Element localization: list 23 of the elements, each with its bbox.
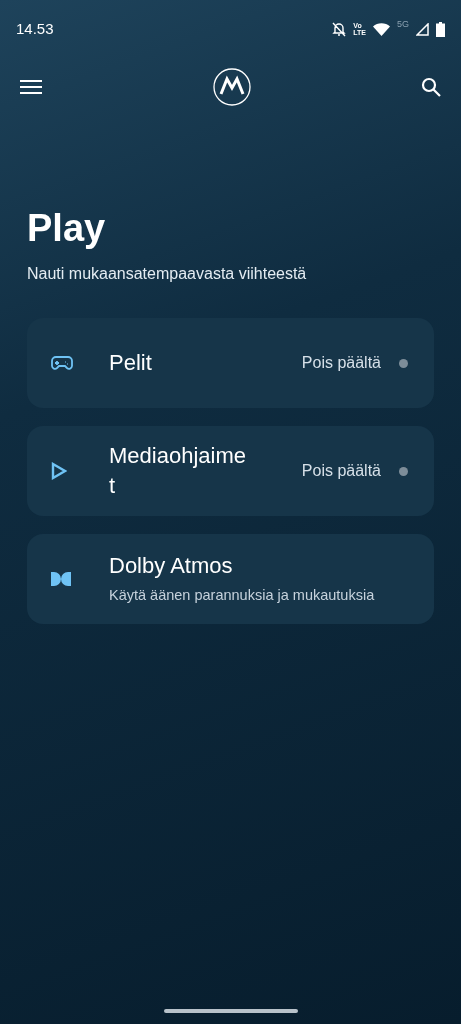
card-title: Pelit	[109, 349, 153, 377]
card-status: Pois päältä	[301, 461, 381, 481]
network-label: 5G	[397, 18, 409, 32]
wifi-icon	[373, 22, 390, 36]
gamepad-icon	[51, 355, 73, 371]
status-time: 14.53	[16, 18, 54, 39]
bell-off-icon	[332, 21, 347, 37]
signal-icon	[416, 22, 429, 36]
card-title: Dolby Atmos	[109, 552, 234, 581]
dolby-icon	[51, 572, 71, 586]
search-icon[interactable]	[421, 77, 441, 97]
settings-card[interactable]: Mediaohjaimet Pois päältä	[27, 426, 434, 516]
settings-card[interactable]: Pelit Pois päältä	[27, 318, 434, 408]
page-subtitle: Nauti mukaansatempaavasta viihteestä	[27, 264, 308, 284]
card-title: Mediaohjaimet	[109, 442, 247, 500]
menu-icon[interactable]	[20, 79, 42, 95]
settings-card[interactable]: Dolby Atmos Käytä äänen parannuksia ja mukautuksia	[27, 534, 434, 624]
play-icon	[51, 462, 67, 480]
battery-icon	[436, 21, 445, 37]
card-status: Pois päältä	[301, 353, 381, 373]
card-description: Käytä äänen parannuksia ja mukautuksia	[109, 586, 375, 606]
page-title: Play	[27, 206, 107, 251]
logo-icon	[212, 68, 251, 106]
